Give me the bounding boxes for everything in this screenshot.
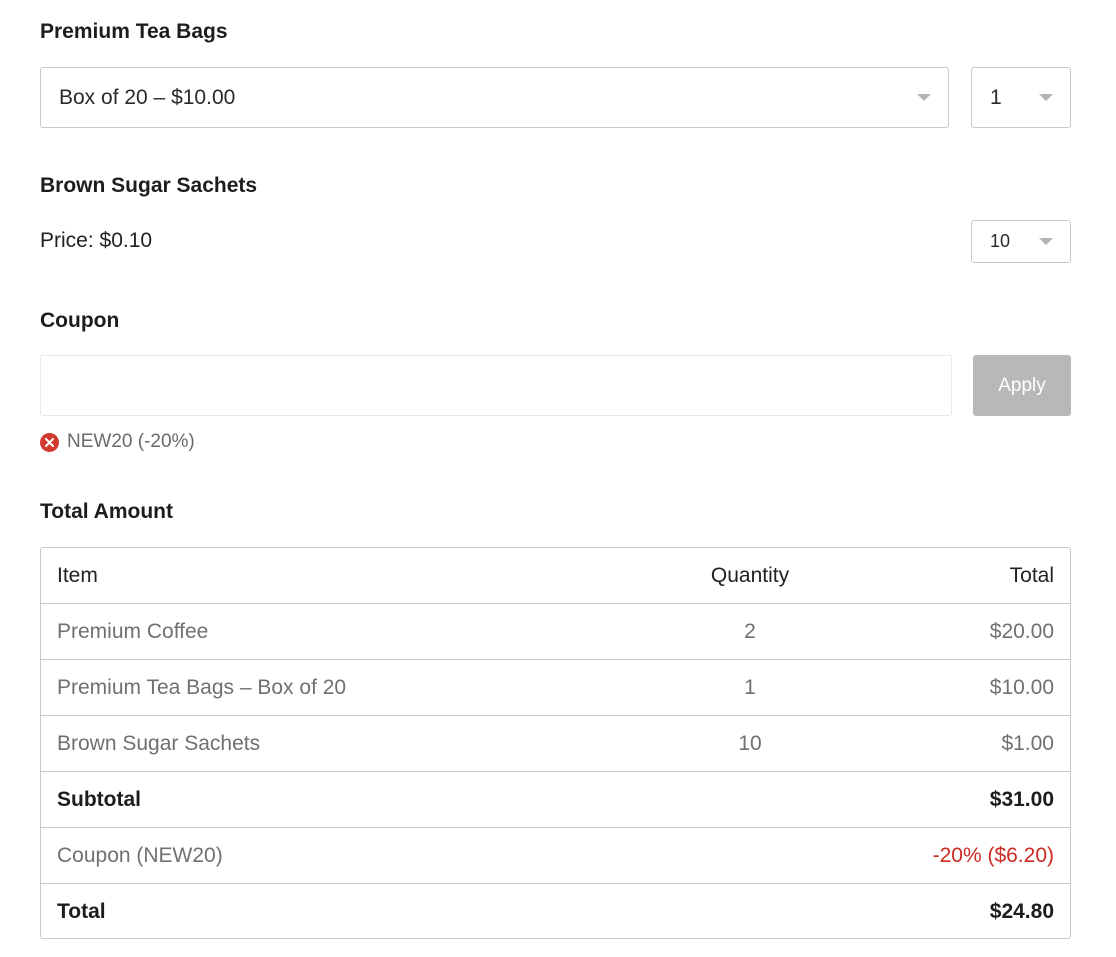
row-item: Brown Sugar Sachets	[57, 731, 261, 755]
remove-coupon-icon[interactable]	[40, 432, 59, 452]
tea-quantity-select[interactable]: 1	[971, 67, 1071, 128]
total-value: $24.80	[989, 899, 1054, 923]
column-header-item: Item	[57, 563, 98, 587]
total-label: Total	[57, 899, 106, 923]
table-row: Premium Coffee 2 $20.00	[41, 604, 1070, 660]
sugar-heading: Brown Sugar Sachets	[40, 174, 258, 197]
sugar-price: Price: $0.10	[40, 229, 153, 252]
coupon-discount-label: Coupon (NEW20)	[57, 843, 223, 867]
row-total: $10.00	[989, 675, 1054, 699]
row-total: $20.00	[989, 619, 1054, 643]
column-header-total: Total	[1009, 563, 1054, 587]
row-item: Premium Coffee	[57, 619, 209, 643]
column-header-quantity: Quantity	[710, 563, 790, 587]
sugar-quantity-value: 10	[990, 231, 1011, 251]
order-form: Premium Tea Bags Box of 20 – $10.00 1 Br…	[0, 0, 1116, 957]
coupon-input[interactable]	[40, 355, 952, 416]
chevron-down-icon	[1039, 94, 1053, 101]
row-item: Premium Tea Bags – Box of 20	[57, 675, 347, 699]
tea-quantity-value: 1	[990, 85, 1002, 109]
row-quantity: 1	[744, 675, 756, 699]
total-amount-heading: Total Amount	[40, 500, 173, 523]
apply-button[interactable]: Apply	[973, 355, 1071, 416]
applied-coupon-tag: NEW20 (-20%)	[40, 431, 195, 453]
subtotal-label: Subtotal	[57, 787, 141, 811]
subtotal-row: Subtotal $31.00	[41, 772, 1070, 828]
tea-option-select[interactable]: Box of 20 – $10.00	[40, 67, 949, 128]
table-row: Brown Sugar Sachets 10 $1.00	[41, 716, 1070, 772]
table-row: Premium Tea Bags – Box of 20 1 $10.00	[41, 660, 1070, 716]
row-quantity: 10	[738, 731, 762, 755]
total-row: Total $24.80	[41, 884, 1070, 938]
table-header-row: Item Quantity Total	[41, 548, 1070, 604]
applied-coupon-label: NEW20 (-20%)	[67, 431, 195, 452]
coupon-heading: Coupon	[40, 309, 120, 332]
tea-heading: Premium Tea Bags	[40, 20, 228, 43]
coupon-discount-row: Coupon (NEW20) -20% ($6.20)	[41, 828, 1070, 884]
sugar-quantity-select[interactable]: 10	[971, 220, 1071, 263]
coupon-discount-value: -20% ($6.20)	[932, 843, 1054, 867]
chevron-down-icon	[1039, 238, 1053, 245]
chevron-down-icon	[917, 94, 931, 101]
row-total: $1.00	[1001, 731, 1054, 755]
order-summary-table: Item Quantity Total Premium Coffee 2 $20…	[40, 547, 1071, 939]
subtotal-value: $31.00	[989, 787, 1054, 811]
tea-option-value: Box of 20 – $10.00	[59, 85, 236, 109]
row-quantity: 2	[744, 619, 756, 643]
